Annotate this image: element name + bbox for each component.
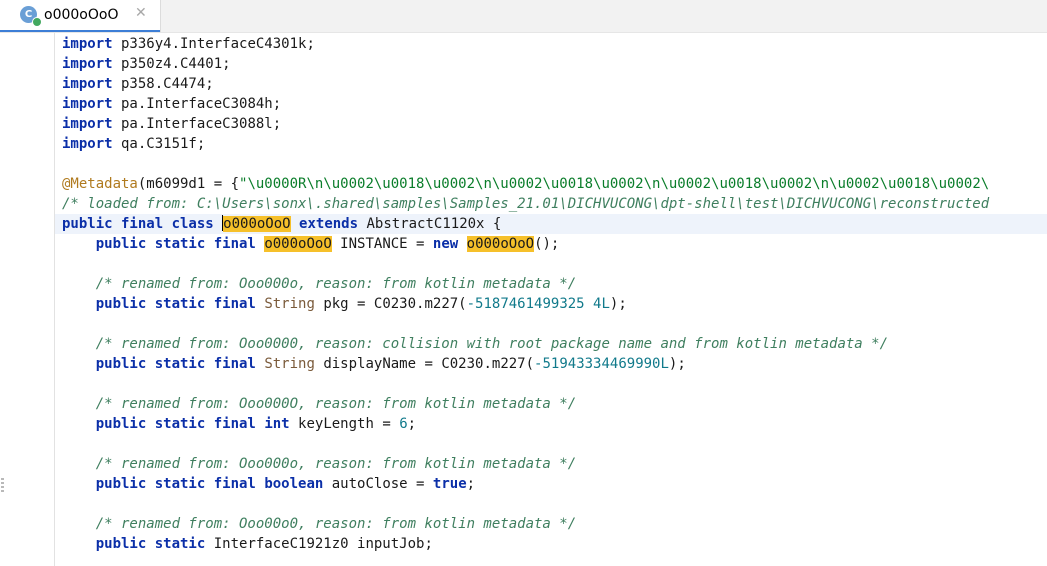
code-text: pkg = C0230.m227( — [314, 296, 467, 312]
keyword-token: import — [62, 76, 113, 92]
code-text: keyLength = — [289, 416, 400, 432]
keyword-token: true — [432, 476, 467, 492]
status-dot-icon — [32, 17, 42, 27]
type-token: String — [264, 356, 315, 372]
code-line[interactable]: /* renamed from: Ooo000o, reason: from k… — [62, 454, 1047, 474]
keyword-token: public final class — [62, 216, 214, 232]
code-text: p358.C4474; — [112, 76, 214, 92]
code-line[interactable]: import p350z4.C4401; — [62, 54, 1047, 74]
code-line[interactable]: /* renamed from: Ooo0000, reason: collis… — [62, 334, 1047, 354]
code-line[interactable]: import p336y4.InterfaceC4301k; — [62, 34, 1047, 54]
code-text: INSTANCE = — [331, 236, 433, 252]
editor-tab-bar: C o000oOoO ✕ — [0, 0, 1047, 32]
close-icon[interactable]: ✕ — [135, 5, 147, 21]
keyword-token: import — [62, 136, 113, 152]
code-line[interactable]: import pa.InterfaceC3088l; — [62, 114, 1047, 134]
keyword-token: public static final — [95, 416, 256, 432]
highlighted-identifier: o000oOoO — [466, 236, 535, 252]
code-line[interactable]: public final class o000oOoO extends Abst… — [62, 214, 1047, 234]
comment-token: /* renamed from: Ooo00o0, reason: from k… — [62, 516, 577, 532]
code-text: autoClose = — [323, 476, 433, 492]
comment-token: /* renamed from: Ooo000O, reason: from k… — [62, 396, 577, 412]
code-text: ); — [668, 356, 686, 372]
tab-title: o000oOoO — [44, 7, 119, 23]
keyword-token: import — [62, 116, 113, 132]
code-line[interactable] — [62, 434, 1047, 454]
code-line[interactable] — [62, 374, 1047, 394]
code-line[interactable]: import p358.C4474; — [62, 74, 1047, 94]
keyword-token: public static final — [95, 476, 256, 492]
comment-token: /* renamed from: Ooo000o, reason: from k… — [62, 276, 577, 292]
code-line[interactable]: public static InterfaceC1921z0 inputJob; — [62, 534, 1047, 554]
code-text: (m6099d1 = { — [137, 176, 240, 192]
code-line[interactable]: public static final boolean autoClose = … — [62, 474, 1047, 494]
code-editor[interactable]: import p336y4.InterfaceC4301k; import p35… — [62, 34, 1047, 554]
code-line[interactable]: /* renamed from: Ooo00o0, reason: from k… — [62, 514, 1047, 534]
number-token: 6 — [399, 416, 408, 432]
keyword-token: int — [264, 416, 290, 432]
code-text: ; — [466, 476, 476, 492]
keyword-token: import — [62, 36, 113, 52]
keyword-token: new — [432, 236, 459, 252]
code-text: pa.InterfaceC3088l; — [112, 116, 282, 132]
divider — [0, 32, 1047, 33]
highlighted-identifier: o000oOoO — [264, 236, 332, 252]
comment-token: /* loaded from: C:\Users\sonx\.shared\sa… — [62, 196, 990, 212]
code-line[interactable]: import pa.InterfaceC3084h; — [62, 94, 1047, 114]
keyword-token: import — [62, 96, 113, 112]
code-line[interactable] — [62, 494, 1047, 514]
code-text: displayName = C0230.m227( — [314, 356, 535, 372]
code-line[interactable]: @Metadata(m6099d1 = {"\u0000R\n\u0002\u0… — [62, 174, 1047, 194]
string-token: "\u0000R\n\u0002\u0018\u0002\n\u0002\u00… — [239, 176, 990, 192]
keyword-token: import — [62, 56, 113, 72]
number-token: -51943334469990L — [534, 356, 669, 372]
editor-tab[interactable]: C o000oOoO ✕ — [0, 0, 161, 32]
code-line[interactable]: public static final int keyLength = 6; — [62, 414, 1047, 434]
keyword-token: extends — [299, 216, 359, 232]
code-line[interactable]: public static final String displayName =… — [62, 354, 1047, 374]
code-line[interactable]: /* renamed from: Ooo000o, reason: from k… — [62, 274, 1047, 294]
keyword-token: public static final — [95, 356, 256, 372]
code-line[interactable]: import qa.C3151f; — [62, 134, 1047, 154]
code-text: AbstractC1120x { — [358, 216, 502, 232]
code-line[interactable] — [62, 314, 1047, 334]
keyword-token: public static final — [95, 296, 256, 312]
keyword-token: boolean — [264, 476, 324, 492]
code-line[interactable]: public static final String pkg = C0230.m… — [62, 294, 1047, 314]
number-token: -5187461499325 4L — [466, 296, 610, 312]
type-token: String — [264, 296, 315, 312]
comment-token: /* renamed from: Ooo000o, reason: from k… — [62, 456, 577, 472]
keyword-token: public static — [95, 536, 206, 552]
code-text: p336y4.InterfaceC4301k; — [112, 36, 315, 52]
editor-gutter — [54, 33, 55, 566]
code-text: pa.InterfaceC3084h; — [112, 96, 282, 112]
resize-handle-icon[interactable] — [1, 478, 4, 492]
code-line[interactable]: public static final o000oOoO INSTANCE = … — [62, 234, 1047, 254]
code-line[interactable] — [62, 254, 1047, 274]
code-text: InterfaceC1921z0 inputJob; — [205, 536, 433, 552]
code-text: ; — [407, 416, 417, 432]
annotation-token: @Metadata — [62, 176, 138, 192]
code-line[interactable] — [62, 154, 1047, 174]
keyword-token: public static final — [95, 236, 256, 252]
code-text: (); — [534, 236, 560, 252]
code-line[interactable]: /* renamed from: Ooo000O, reason: from k… — [62, 394, 1047, 414]
code-text: qa.C3151f; — [112, 136, 206, 152]
code-text: ); — [609, 296, 627, 312]
code-text: p350z4.C4401; — [112, 56, 231, 72]
comment-token: /* renamed from: Ooo0000, reason: collis… — [62, 336, 889, 352]
highlighted-identifier: o000oOoO — [223, 216, 291, 232]
code-line[interactable]: /* loaded from: C:\Users\sonx\.shared\sa… — [62, 194, 1047, 214]
